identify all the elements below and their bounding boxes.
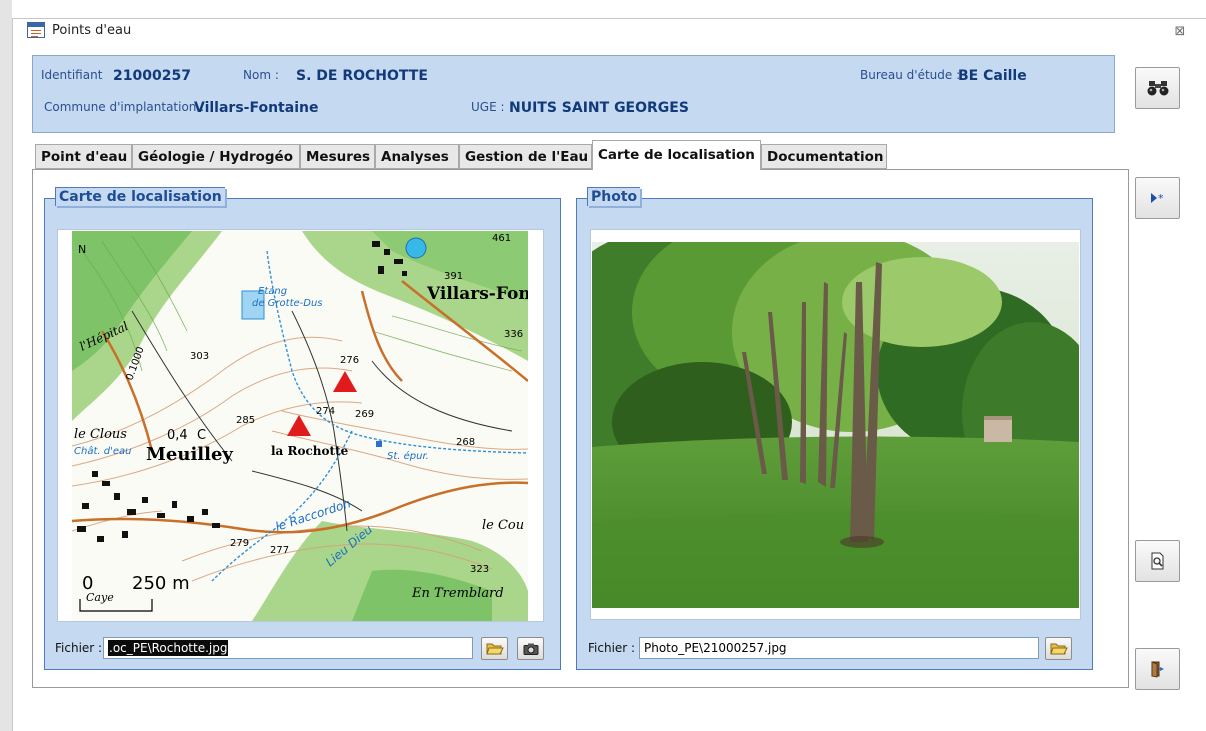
map-spot-269: 269 xyxy=(355,409,374,420)
tab-mesures[interactable]: Mesures xyxy=(300,144,375,169)
identifiant-label: Identifiant xyxy=(41,68,103,82)
map-spot-461: 461 xyxy=(492,233,511,244)
binoculars-icon xyxy=(1147,81,1168,96)
print-preview-icon xyxy=(1151,552,1163,570)
map-spot-285: 285 xyxy=(236,415,255,426)
water-point-photo xyxy=(592,242,1079,608)
tab-point-eau[interactable]: Point d'eau xyxy=(35,144,132,169)
print-preview-button[interactable] xyxy=(1135,540,1180,582)
identifiant-value: 21000257 xyxy=(113,68,191,84)
map-label-st-epur: St. épur. xyxy=(387,450,429,462)
map-label-villars: Villars-Fonta xyxy=(426,284,528,304)
tab-documentation[interactable]: Documentation xyxy=(761,144,887,169)
exit-button[interactable] xyxy=(1135,648,1180,690)
left-edge xyxy=(0,0,12,731)
map-label-etang: Etang xyxy=(258,286,287,297)
photo-file-label: Fichier : xyxy=(588,641,636,655)
map-spot-276: 276 xyxy=(340,355,359,366)
map-file-label: Fichier : xyxy=(55,641,103,655)
camera-icon xyxy=(523,643,538,655)
location-map-image: Villars-Fonta Meuilley la Rochotte le Cl… xyxy=(72,231,528,621)
commune-value: Villars-Fontaine xyxy=(194,100,319,116)
svg-text:*: * xyxy=(1158,192,1164,205)
tab-gestion-eau[interactable]: Gestion de l'Eau xyxy=(459,144,592,169)
search-button[interactable] xyxy=(1135,67,1180,109)
map-label-rochotte: la Rochotte xyxy=(271,444,349,458)
map-scale-250: 250 m xyxy=(132,573,190,594)
map-spot-336: 336 xyxy=(504,329,523,340)
nom-label: Nom : xyxy=(243,68,279,82)
map-label-cloux: le Clous xyxy=(74,427,127,442)
map-spot-279: 279 xyxy=(230,538,249,549)
map-file-input[interactable]: .oc_PE\Rochotte.jpg xyxy=(103,637,473,659)
new-record-button[interactable]: * xyxy=(1135,177,1180,219)
map-label-tremblard: En Tremblard xyxy=(411,586,504,601)
map-spot-303: 303 xyxy=(190,351,209,362)
folder-open-icon xyxy=(1049,643,1068,654)
uge-label: UGE : xyxy=(471,100,505,114)
map-label-grotte: de Grotte-Dus xyxy=(252,298,323,309)
map-browse-button[interactable] xyxy=(481,637,508,660)
new-record-icon: * xyxy=(1150,192,1164,205)
bureau-label: Bureau d'étude : xyxy=(860,68,961,82)
map-spot-c: C xyxy=(197,428,206,443)
commune-label: Commune d'implantation : xyxy=(44,100,205,114)
map-spot-274: 274 xyxy=(316,406,335,417)
form-icon xyxy=(27,22,45,38)
tab-geologie[interactable]: Géologie / Hydrogéo xyxy=(132,144,300,169)
photo-browse-button[interactable] xyxy=(1045,637,1072,660)
map-label-chateau: Chât. d'eau xyxy=(74,445,131,457)
window-title: Points d'eau xyxy=(52,23,132,38)
photo-file-input[interactable]: Photo_PE\21000257.jpg xyxy=(639,637,1039,659)
map-spot-n: N xyxy=(78,243,86,256)
folder-open-icon xyxy=(485,643,504,654)
nom-value: S. DE ROCHOTTE xyxy=(296,68,428,84)
map-group-title: Carte de localisation xyxy=(55,187,225,206)
close-icon[interactable]: ⊠ xyxy=(1170,24,1190,40)
photo-group-title: Photo xyxy=(587,187,641,206)
tab-analyses[interactable]: Analyses xyxy=(375,144,459,169)
map-file-value: .oc_PE\Rochotte.jpg xyxy=(108,640,229,656)
map-spot-268: 268 xyxy=(456,437,475,448)
record-header xyxy=(32,55,1115,133)
map-label-meuilley: Meuilley xyxy=(146,444,233,465)
map-label-le-cou: le Cou xyxy=(482,518,524,533)
map-spot-277: 277 xyxy=(270,545,289,556)
map-spot-323: 323 xyxy=(470,564,489,575)
uge-value: NUITS SAINT GEORGES xyxy=(509,100,689,116)
exit-door-icon xyxy=(1151,661,1164,678)
bureau-value: BE Caille xyxy=(958,68,1027,84)
map-camera-button[interactable] xyxy=(517,637,544,660)
map-scale-0: 0 xyxy=(82,573,93,594)
map-spot-04: 0,4 xyxy=(167,428,188,443)
map-spot-391: 391 xyxy=(444,271,463,282)
tab-carte-localisation[interactable]: Carte de localisation xyxy=(592,140,761,170)
